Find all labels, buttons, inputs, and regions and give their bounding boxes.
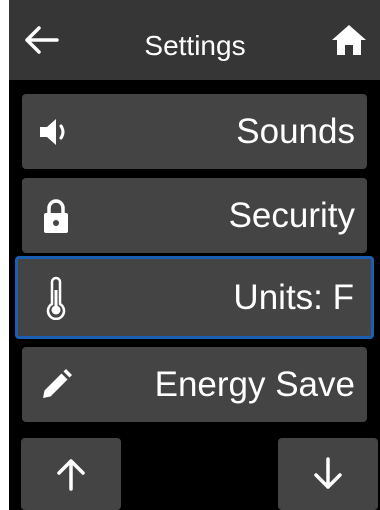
pencil-icon [36, 365, 76, 405]
lock-icon [36, 196, 76, 236]
sounds-button[interactable]: Sounds [22, 94, 367, 169]
units-button[interactable]: Units: F [15, 256, 374, 339]
units-label: Units: F [233, 277, 354, 317]
arrow-down-icon [314, 457, 342, 489]
arrow-left-icon [25, 26, 59, 54]
security-button[interactable]: Security [22, 178, 367, 253]
security-label: Security [228, 195, 355, 235]
scroll-down-button[interactable] [278, 438, 378, 510]
sounds-label: Sounds [236, 111, 355, 151]
back-button[interactable] [9, 0, 73, 80]
home-icon [332, 25, 366, 55]
thermometer-icon [36, 276, 76, 320]
device-screen: Settings Sounds Security Units: F Energy… [9, 0, 380, 510]
home-button[interactable] [317, 0, 380, 80]
energy-save-label: Energy Save [154, 364, 355, 404]
speaker-icon [36, 112, 76, 152]
energy-save-button[interactable]: Energy Save [22, 347, 367, 422]
header-bar [9, 0, 380, 80]
scroll-up-button[interactable] [21, 438, 121, 510]
arrow-up-icon [57, 459, 85, 491]
